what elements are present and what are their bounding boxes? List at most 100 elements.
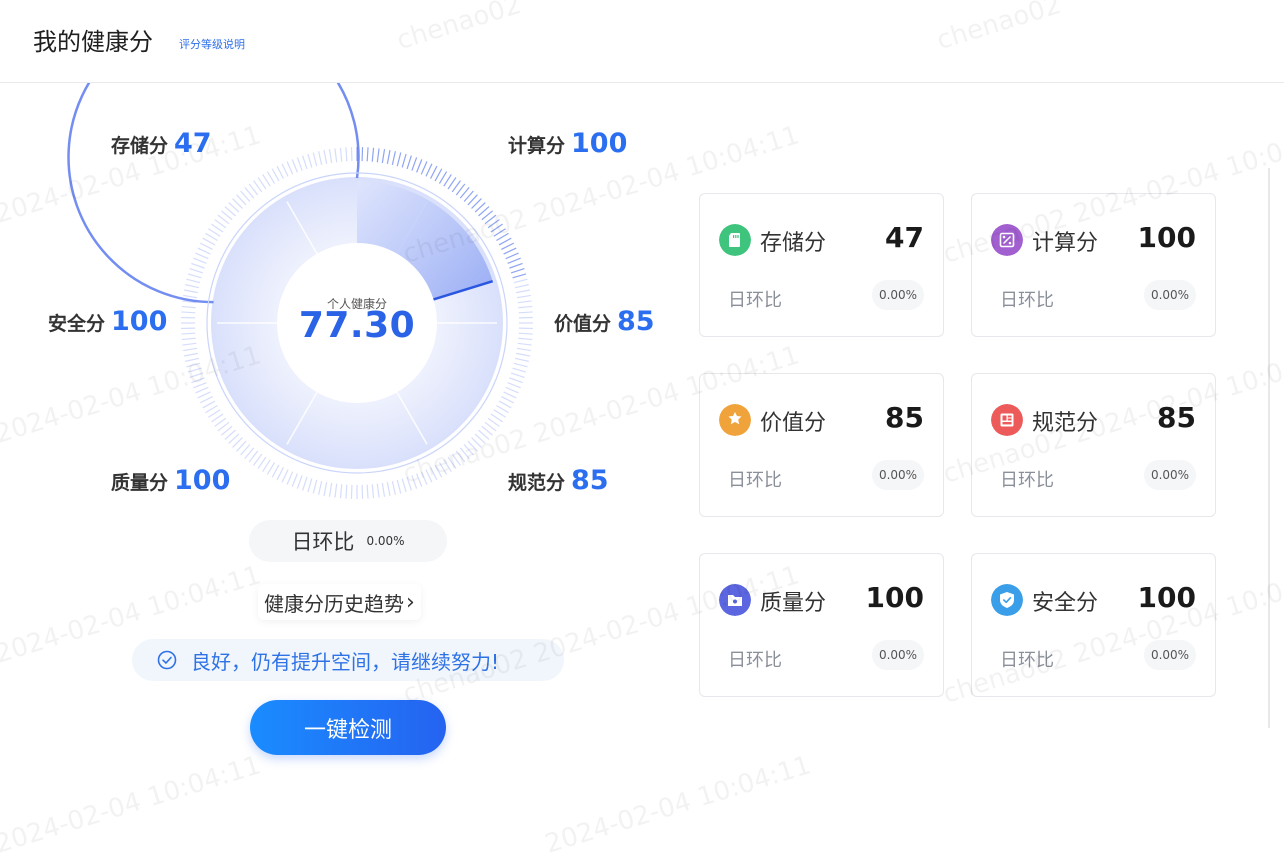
tick-mark [287,161,293,174]
tick-mark [519,333,533,334]
card-daily-pct: 0.00% [1144,460,1196,490]
tick-mark [211,224,223,232]
card-daily-pct: 0.00% [872,280,924,310]
tick-mark [329,483,331,497]
tick-mark [501,243,513,249]
tick-mark [346,147,347,161]
tick-mark [452,454,460,465]
tick-mark [183,295,197,297]
tick-mark [518,306,532,307]
tick-mark [185,285,199,288]
tick-mark [377,484,379,498]
tick-mark [504,248,517,254]
radar-label-name: 质量分 [111,472,168,494]
radar-label-quality: 质量分 100 [111,465,230,496]
tick-mark [407,477,411,490]
tick-mark [509,263,522,268]
tick-mark [188,274,201,278]
tick-mark [516,290,530,293]
card-name: 质量分 [760,585,826,617]
tick-mark [494,229,506,237]
tick-mark [372,148,373,162]
score-card-security: 安全分 100 日环比 0.00% [971,553,1216,697]
tick-mark [297,157,302,170]
tick-mark [190,373,203,377]
radar-label-compute: 计算分 100 [508,128,627,159]
radar-label-value: 100 [174,465,230,496]
tick-mark [182,306,196,307]
tick-mark [367,485,368,499]
tick-mark [397,153,400,167]
tick-mark [198,392,211,398]
chevron-right-icon: › [406,590,415,615]
tick-mark [519,312,533,313]
tick-mark [215,220,226,228]
tick-mark [198,248,211,254]
tick-mark [211,414,223,422]
tick-mark [287,472,293,485]
page-title: 我的健康分 [33,22,153,57]
tick-mark [324,482,327,496]
tick-mark [426,470,432,483]
card-name: 计算分 [1032,225,1098,257]
tick-mark [187,363,201,366]
tick-mark [195,387,208,393]
tick-mark [494,410,506,418]
score-card-storage: 存储分 47 日环比 0.00% [699,193,944,337]
folder-icon [719,584,751,616]
card-value: 100 [1138,581,1196,614]
tick-mark [308,479,312,492]
tick-mark [372,484,373,498]
tick-mark [187,279,201,282]
score-card-value: 价值分 85 日环比 0.00% [699,373,944,517]
tick-mark [516,353,530,356]
tick-mark [506,253,519,259]
tick-mark [200,397,212,403]
grid-doc-icon [991,404,1023,436]
tick-mark [511,373,524,377]
tick-mark [435,169,442,181]
tick-mark [263,460,271,472]
status-banner: 良好，仍有提升空间，请继续努力! [132,639,564,681]
tick-mark [184,290,198,293]
card-name: 存储分 [760,225,826,257]
tick-mark [313,480,316,494]
tick-mark [491,414,503,422]
tick-mark [292,474,297,487]
watermark: 2024-02-04 10:04:11 [542,750,815,859]
card-name: 价值分 [760,405,826,437]
tick-mark [277,166,283,178]
card-daily-label: 日环比 [728,286,782,312]
tick-mark [184,353,198,356]
tick-mark [258,457,266,469]
scrollbar[interactable] [1268,168,1270,728]
tick-mark [188,368,201,372]
card-value: 100 [866,581,924,614]
tick-mark [517,348,531,350]
card-value: 85 [885,401,924,434]
card-value: 47 [885,221,924,254]
tick-mark [499,238,511,245]
tick-mark [501,397,513,403]
tick-mark [329,149,331,163]
tick-mark [303,477,307,490]
score-card-quality: 质量分 100 日环比 0.00% [699,553,944,697]
tick-mark [208,229,220,237]
tick-mark [335,148,337,162]
tick-mark [412,475,417,488]
daily-change-label: 日环比 [291,526,354,556]
radar-label-value: 85 [571,465,609,496]
score-explain-link[interactable]: 评分等级说明 [179,36,245,52]
tick-mark [191,263,204,268]
tick-mark [382,149,384,163]
tick-mark [508,258,521,263]
history-trend-link[interactable]: 健康分历史趋势 › [258,584,421,620]
one-click-check-button[interactable]: 一键检测 [250,700,446,755]
status-text: 良好，仍有提升空间，请继续努力! [191,646,499,675]
tick-mark [263,174,271,186]
radar-label-value: 100 [571,128,627,159]
card-value: 85 [1157,401,1196,434]
tick-mark [402,479,406,492]
radar-label-name: 计算分 [508,135,565,157]
tick-mark [193,383,206,388]
